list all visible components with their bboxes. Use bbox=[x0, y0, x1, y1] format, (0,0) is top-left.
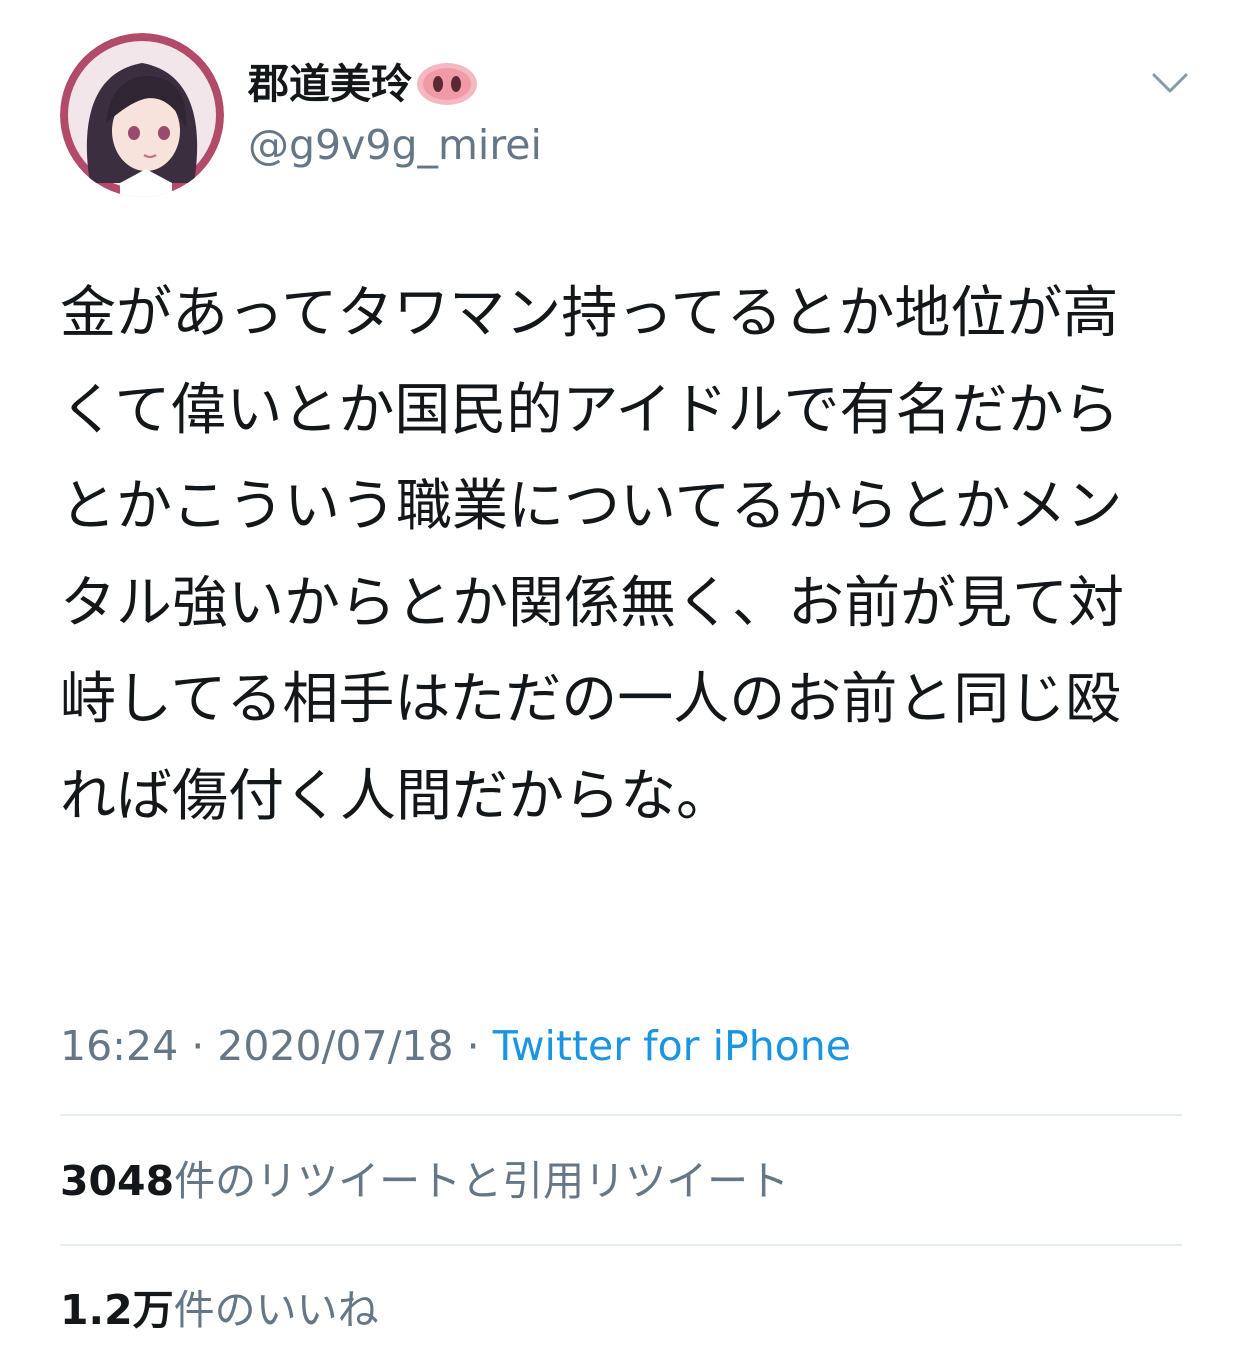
likes-label: 件のいいね bbox=[173, 1286, 379, 1334]
retweets-stat[interactable]: 3048件のリツイートと引用リツイート bbox=[60, 1153, 789, 1209]
retweets-label: 件のリツイートと引用リツイート bbox=[174, 1157, 790, 1205]
likes-count: 1.2万 bbox=[60, 1286, 174, 1334]
tweet-text: 金があってタワマン持ってるとか地位が高くて偉いとか国民的アイドルで有名だからとか… bbox=[60, 281, 1124, 829]
user-handle[interactable]: @g9v9g_mirei bbox=[248, 120, 542, 170]
tweet-date[interactable]: 2020/07/18 bbox=[217, 1022, 453, 1070]
avatar[interactable] bbox=[60, 33, 224, 197]
tweet-time[interactable]: 16:24 bbox=[60, 1022, 178, 1070]
tweet-detail: 郡道美玲 @g9v9g_mirei 金があってタワマン持ってるとか地位が高くて偉… bbox=[0, 0, 1242, 1345]
chevron-down-icon[interactable] bbox=[1150, 66, 1190, 100]
display-name[interactable]: 郡道美玲 bbox=[248, 58, 478, 110]
tweet-meta: 16:24 · 2020/07/18 · Twitter for iPhone bbox=[60, 1018, 851, 1074]
tweet-source-link[interactable]: Twitter for iPhone bbox=[493, 1022, 851, 1070]
meta-separator-2: · bbox=[466, 1022, 493, 1070]
display-name-text: 郡道美玲 bbox=[248, 60, 412, 108]
pig-nose-icon bbox=[416, 62, 478, 106]
divider bbox=[60, 1244, 1182, 1246]
likes-stat[interactable]: 1.2万件のいいね bbox=[60, 1282, 379, 1338]
divider bbox=[60, 1114, 1182, 1116]
meta-separator: · bbox=[191, 1022, 218, 1070]
retweets-count: 3048 bbox=[60, 1157, 175, 1205]
